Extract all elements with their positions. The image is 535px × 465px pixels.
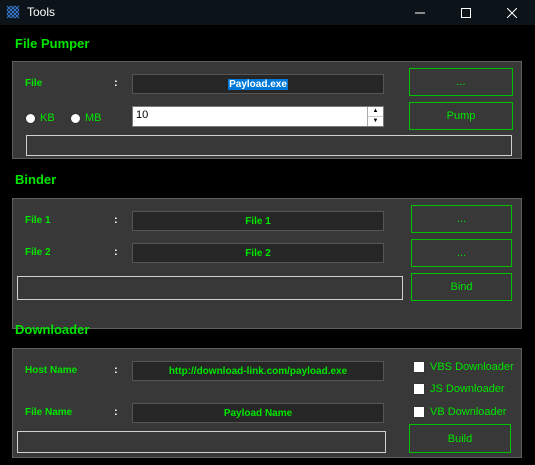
window-title: Tools bbox=[27, 5, 56, 19]
pump-file-field[interactable]: Payload.exe bbox=[132, 74, 384, 94]
file-name-colon: : bbox=[114, 406, 118, 418]
file-pumper-heading: File Pumper bbox=[15, 36, 90, 51]
close-icon bbox=[507, 7, 517, 18]
size-spinbox[interactable]: 10 ▲ ▼ bbox=[132, 106, 384, 127]
pump-button[interactable]: Pump bbox=[409, 102, 513, 130]
host-colon: : bbox=[114, 364, 118, 376]
file-pumper-panel: File : Payload.exe ... KB MB 10 ▲ ▼ Pump bbox=[12, 61, 522, 159]
file-colon: : bbox=[114, 77, 118, 89]
vbs-downloader-checkbox[interactable]: VBS Downloader bbox=[413, 361, 514, 373]
download-progress-bar bbox=[17, 431, 386, 453]
file-name-field[interactable]: Payload Name bbox=[132, 403, 384, 423]
kb-radio-label: KB bbox=[40, 112, 55, 124]
bind-file1-field[interactable]: File 1 bbox=[132, 211, 384, 231]
file1-colon: : bbox=[114, 214, 118, 226]
spin-arrows: ▲ ▼ bbox=[367, 107, 383, 126]
file-name-label: File Name bbox=[25, 407, 73, 418]
spin-up-icon[interactable]: ▲ bbox=[368, 107, 383, 117]
bind-file2-browse-button[interactable]: ... bbox=[411, 239, 512, 267]
bind-file2-field[interactable]: File 2 bbox=[132, 243, 384, 263]
host-name-field[interactable]: http://download-link.com/payload.exe bbox=[132, 361, 384, 381]
vb-downloader-label: VB Downloader bbox=[430, 406, 507, 418]
vbs-downloader-label: VBS Downloader bbox=[430, 361, 514, 373]
pump-browse-button[interactable]: ... bbox=[409, 68, 513, 96]
file1-label: File 1 bbox=[25, 215, 51, 226]
window-client: File Pumper File : Payload.exe ... KB MB… bbox=[0, 25, 535, 465]
spin-down-icon[interactable]: ▼ bbox=[368, 117, 383, 127]
vbs-checkbox-box bbox=[413, 361, 425, 373]
downloader-panel: Host Name : http://download-link.com/pay… bbox=[12, 348, 522, 458]
vb-downloader-checkbox[interactable]: VB Downloader bbox=[413, 406, 506, 418]
bind-progress-bar bbox=[17, 276, 403, 300]
file-label: File bbox=[25, 78, 43, 89]
size-value: 10 bbox=[136, 109, 149, 121]
file2-colon: : bbox=[114, 246, 118, 258]
mb-radio[interactable]: MB bbox=[70, 112, 102, 124]
maximize-icon bbox=[461, 7, 471, 18]
vb-checkbox-box bbox=[413, 406, 425, 418]
maximize-button[interactable] bbox=[443, 0, 489, 25]
bind-button[interactable]: Bind bbox=[411, 273, 512, 301]
js-downloader-checkbox[interactable]: JS Downloader bbox=[413, 383, 505, 395]
pump-file-value: Payload.exe bbox=[228, 78, 288, 90]
title-bar: Tools bbox=[0, 0, 535, 25]
binder-heading: Binder bbox=[15, 172, 57, 187]
minimize-icon bbox=[415, 12, 425, 13]
kb-radio[interactable]: KB bbox=[25, 112, 55, 124]
binder-panel: File 1 : File 1 ... File 2 : File 2 ... … bbox=[12, 198, 522, 329]
mb-radio-circle bbox=[70, 112, 81, 124]
bind-file1-browse-button[interactable]: ... bbox=[411, 205, 512, 233]
build-button[interactable]: Build bbox=[409, 424, 511, 453]
mb-radio-label: MB bbox=[85, 112, 102, 124]
app-grid-icon bbox=[6, 5, 20, 19]
minimize-button[interactable] bbox=[397, 0, 443, 25]
downloader-heading: Downloader bbox=[15, 322, 90, 337]
js-downloader-label: JS Downloader bbox=[430, 383, 505, 395]
host-name-label: Host Name bbox=[25, 365, 78, 376]
js-checkbox-box bbox=[413, 383, 425, 395]
kb-radio-circle bbox=[25, 112, 36, 124]
file2-label: File 2 bbox=[25, 247, 51, 258]
close-button[interactable] bbox=[489, 0, 535, 25]
pump-progress-bar bbox=[26, 135, 512, 156]
